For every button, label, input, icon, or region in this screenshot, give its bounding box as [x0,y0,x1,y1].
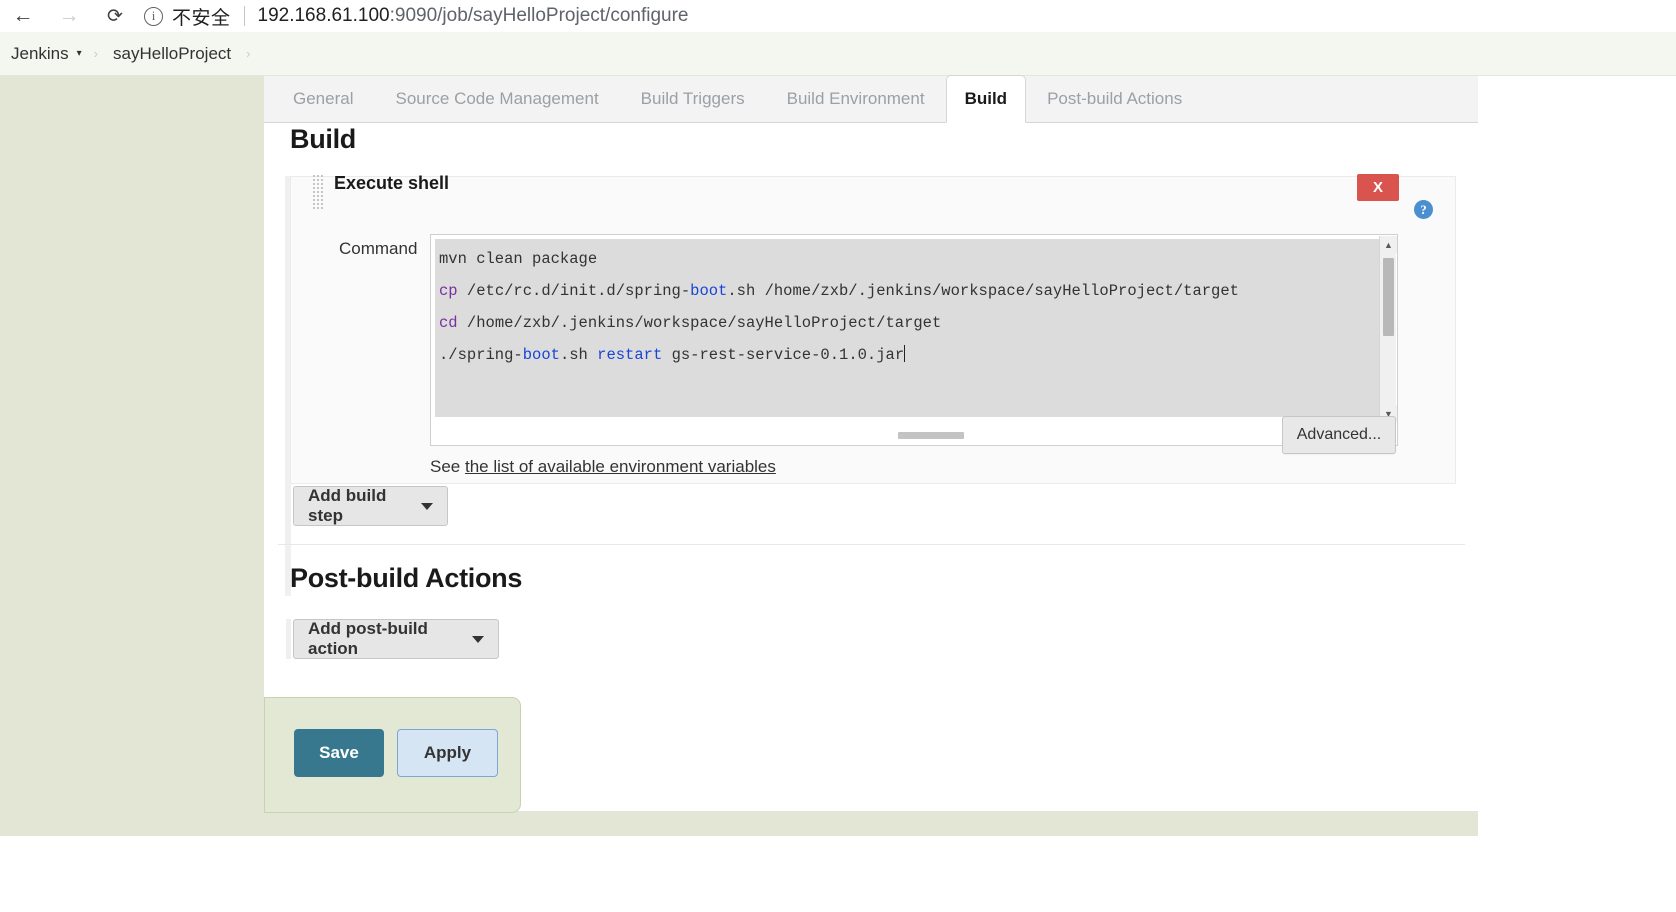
tab-build-environment[interactable]: Build Environment [766,76,946,122]
environment-variables-hint: See the list of available environment va… [430,457,776,477]
chevron-down-icon [472,635,484,643]
text-cursor [904,345,906,362]
command-line: mvn clean package [439,250,598,268]
command-vertical-scrollbar[interactable]: ▲ ▼ [1379,236,1397,422]
back-icon[interactable]: ← [0,0,46,32]
add-post-build-action-button[interactable]: Add post-build action [293,619,499,659]
tab-build[interactable]: Build [945,75,1027,123]
breadcrumb-item-project[interactable]: sayHelloProject [110,44,234,64]
breadcrumb-item-jenkins[interactable]: Jenkins [8,44,72,64]
browser-toolbar: ← → ⟳ i 不安全 192.168.61.100:9090/job/sayH… [0,0,1676,32]
command-horizontal-scrollbar[interactable] [432,428,1380,444]
security-status-label: 不安全 [172,7,231,29]
advanced-button[interactable]: Advanced... [1282,416,1396,454]
command-line: cd /home/zxb/.jenkins/workspace/sayHello… [439,314,942,332]
breadcrumb: Jenkins ▾ › sayHelloProject › [0,32,1676,76]
page-background: General Source Code Management Build Tri… [0,75,1676,912]
delete-build-step-button[interactable]: X [1357,174,1399,201]
tab-source-code-management[interactable]: Source Code Management [374,76,619,122]
chevron-down-icon[interactable]: ▾ [77,48,82,59]
drag-handle-icon[interactable] [312,174,327,209]
scroll-up-icon[interactable]: ▲ [1380,236,1397,253]
build-section-title: Build [290,124,356,154]
execute-shell-heading: Execute shell [334,173,450,193]
right-margin [1478,76,1676,912]
breadcrumb-separator-icon: › [93,46,99,61]
vertical-scroll-thumb[interactable] [1383,258,1394,336]
url-separator [243,6,245,26]
env-hint-prefix: See [430,457,465,476]
breadcrumb-separator-icon-2: › [246,46,251,61]
command-textarea[interactable]: mvn clean package cp /etc/rc.d/init.d/spr… [435,239,1381,417]
add-post-build-action-label: Add post-build action [308,619,428,658]
horizontal-scroll-thumb[interactable] [898,432,964,439]
tab-post-build-actions[interactable]: Post-build Actions [1026,76,1203,122]
apply-button[interactable]: Apply [397,729,498,777]
chevron-down-icon [421,502,433,510]
add-postbuild-accent [286,619,291,659]
help-icon[interactable]: ? [1414,200,1433,219]
postbuild-section-title: Post-build Actions [290,563,523,593]
command-line: ./spring-boot.sh restart gs-rest-service… [439,345,906,364]
add-build-step-button[interactable]: Add build step [293,486,448,526]
address-bar[interactable]: i 不安全 192.168.61.100:9090/job/sayHelloPr… [144,0,1676,32]
tab-build-triggers[interactable]: Build Triggers [620,76,766,122]
url-host: 192.168.61.100 [257,5,390,26]
command-line: cp /etc/rc.d/init.d/spring-boot.sh /home… [439,282,1239,300]
add-build-step-label: Add build step [308,486,387,525]
command-field-label: Command [339,239,418,258]
add-build-step-accent [286,486,291,526]
save-button[interactable]: Save [294,729,384,777]
command-textarea-wrapper[interactable]: mvn clean package cp /etc/rc.d/init.d/spr… [430,234,1398,446]
tab-general[interactable]: General [272,76,374,122]
reload-icon[interactable]: ⟳ [92,0,138,32]
environment-variables-link[interactable]: the list of available environment variab… [465,457,776,476]
forward-icon[interactable]: → [46,0,92,32]
section-divider [278,544,1465,545]
bottom-margin [0,836,1676,912]
info-circle-icon[interactable]: i [144,6,163,26]
config-tab-strip: General Source Code Management Build Tri… [264,75,1478,123]
url-path: :9090/job/sayHelloProject/configure [389,5,689,26]
